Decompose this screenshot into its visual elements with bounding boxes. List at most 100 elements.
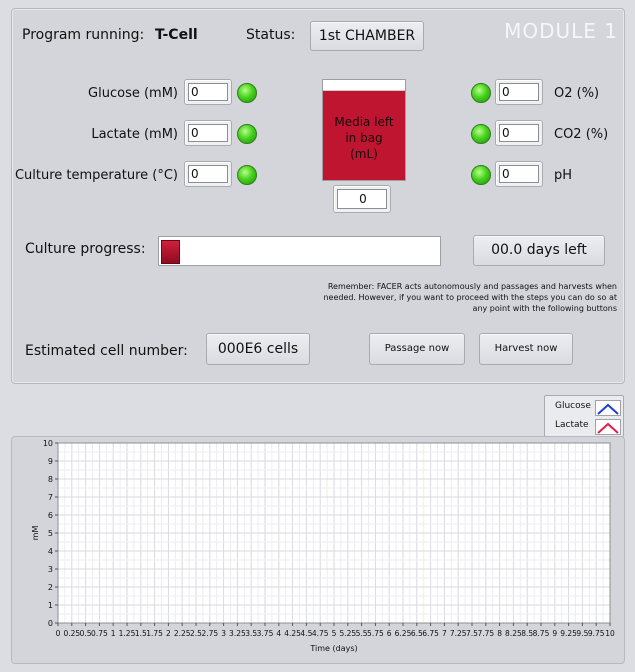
x-tick-label: 5.75 [367, 629, 384, 638]
x-tick-label: 8.75 [533, 629, 550, 638]
ph-label: pH [554, 168, 573, 183]
x-tick-label: 9 [552, 629, 557, 638]
lactate-field: 0 [184, 120, 232, 146]
y-tick-label: 10 [43, 439, 53, 448]
x-tick-label: 7.75 [477, 629, 494, 638]
module-title: MODULE 1 [504, 19, 618, 43]
lactate-label: Lactate (mM) [91, 127, 178, 142]
y-tick-label: 3 [48, 565, 53, 574]
x-tick-label: 8 [497, 629, 502, 638]
temperature-label: Culture temperature (°C) [14, 168, 178, 183]
legend-item-lactate[interactable]: Lactate [545, 417, 623, 435]
harvest-now-button[interactable]: Harvest now [479, 333, 573, 365]
x-tick-label: 9.75 [588, 629, 605, 638]
x-tick-label: 5.5 [356, 629, 368, 638]
x-tick-label: 6 [387, 629, 392, 638]
program-label: Program running: [22, 27, 145, 43]
media-bag-indicator: Media left in bag (mL) [322, 79, 406, 181]
x-tick-label: 0.75 [91, 629, 108, 638]
cell-number-indicator: 000E6 cells [206, 333, 310, 365]
days-left-indicator: 00.0 days left [473, 235, 605, 266]
x-tick-label: 1 [111, 629, 116, 638]
status-label: Status: [246, 27, 296, 43]
ph-status-led [471, 165, 491, 185]
x-tick-label: 1.5 [135, 629, 147, 638]
x-tick-label: 0 [56, 629, 61, 638]
chart-panel: 0 1 2 3 4 5 6 7 8 9 10 0 0.25 0.5 0.75 1 1.25 1.5 1.75 2 2.2… [11, 436, 625, 664]
x-tick-label: 3.5 [245, 629, 257, 638]
media-label: Media left in bag (mL) [334, 115, 394, 161]
x-tick-label: 3 [221, 629, 226, 638]
ph-field: 0 [495, 161, 543, 187]
co2-field: 0 [495, 120, 543, 146]
x-tick-label: 3.75 [257, 629, 274, 638]
media-volume-field: 0 [333, 185, 391, 213]
co2-label: CO2 (%) [554, 127, 609, 142]
temperature-status-led [237, 165, 257, 185]
legend-lactate-swatch [595, 419, 621, 435]
x-tick-label: 6.75 [422, 629, 439, 638]
y-tick-label: 0 [48, 619, 53, 628]
legend-glucose-label: Glucose [555, 401, 591, 411]
chart-legend: Glucose Lactate [544, 395, 624, 437]
o2-label: O2 (%) [554, 86, 600, 101]
lactate-line-icon [597, 422, 619, 434]
x-tick-label: 8.25 [505, 629, 522, 638]
y-axis-label: mM [31, 526, 40, 541]
y-tick-label: 7 [48, 493, 53, 502]
lactate-status-led [237, 124, 257, 144]
x-tick-label: 7.25 [450, 629, 467, 638]
x-tick-label: 0.5 [80, 629, 92, 638]
x-tick-label: 1.25 [119, 629, 136, 638]
o2-status-led [471, 83, 491, 103]
x-tick-label: 2.5 [190, 629, 202, 638]
bag-cap [323, 80, 405, 91]
x-tick-label: 7.5 [466, 629, 478, 638]
x-tick-label: 0.25 [63, 629, 80, 638]
x-tick-label: 2.75 [201, 629, 218, 638]
o2-field: 0 [495, 79, 543, 105]
co2-status-led [471, 124, 491, 144]
note-text: Remember: FACER acts autonomously and pa… [323, 282, 617, 313]
y-tick-label: 9 [48, 457, 53, 466]
module-panel: MODULE 1 Program running: T-Cell Status:… [11, 8, 625, 384]
culture-progress-fill [161, 240, 180, 264]
x-tick-label: 7 [442, 629, 447, 638]
x-tick-label: 6.25 [395, 629, 412, 638]
glucose-line-icon [597, 403, 619, 415]
culture-progress-bar [158, 236, 441, 266]
legend-glucose-swatch [595, 400, 621, 416]
x-tick-label: 4.25 [284, 629, 301, 638]
temperature-field: 0 [184, 161, 232, 187]
y-tick-label: 8 [48, 475, 53, 484]
x-tick-label: 4 [276, 629, 281, 638]
y-tick-label: 1 [48, 601, 53, 610]
glucose-status-led [237, 83, 257, 103]
x-tick-label: 8.5 [521, 629, 533, 638]
x-tick-label: 1.75 [146, 629, 163, 638]
legend-item-glucose[interactable]: Glucose [545, 398, 623, 416]
passage-now-button[interactable]: Passage now [369, 333, 465, 365]
x-tick-label: 2 [166, 629, 171, 638]
y-tick-label: 5 [48, 529, 53, 538]
x-tick-label: 9.25 [560, 629, 577, 638]
x-tick-label: 3.25 [229, 629, 246, 638]
x-tick-label: 4.75 [312, 629, 329, 638]
legend-lactate-label: Lactate [555, 420, 589, 430]
progress-label: Culture progress: [25, 241, 146, 257]
program-name: T-Cell [155, 27, 198, 43]
status-indicator: 1st CHAMBER [310, 21, 424, 51]
x-tick-label: 5 [332, 629, 337, 638]
y-tick-label: 2 [48, 583, 53, 592]
glucose-label: Glucose (mM) [88, 86, 178, 101]
x-axis-label: Time (days) [309, 644, 357, 653]
x-tick-label: 5.25 [339, 629, 356, 638]
x-tick-label: 10 [605, 629, 615, 638]
x-tick-label: 9.5 [576, 629, 588, 638]
glucose-field: 0 [184, 79, 232, 105]
x-tick-label: 2.25 [174, 629, 191, 638]
cell-number-label: Estimated cell number: [25, 343, 188, 359]
x-tick-label: 4.5 [300, 629, 312, 638]
y-tick-label: 4 [48, 547, 53, 556]
concentration-chart: 0123456789100 0.25 0.5 0.75 1 1.25 1.5 1.75 2 2.2… [31, 439, 615, 653]
